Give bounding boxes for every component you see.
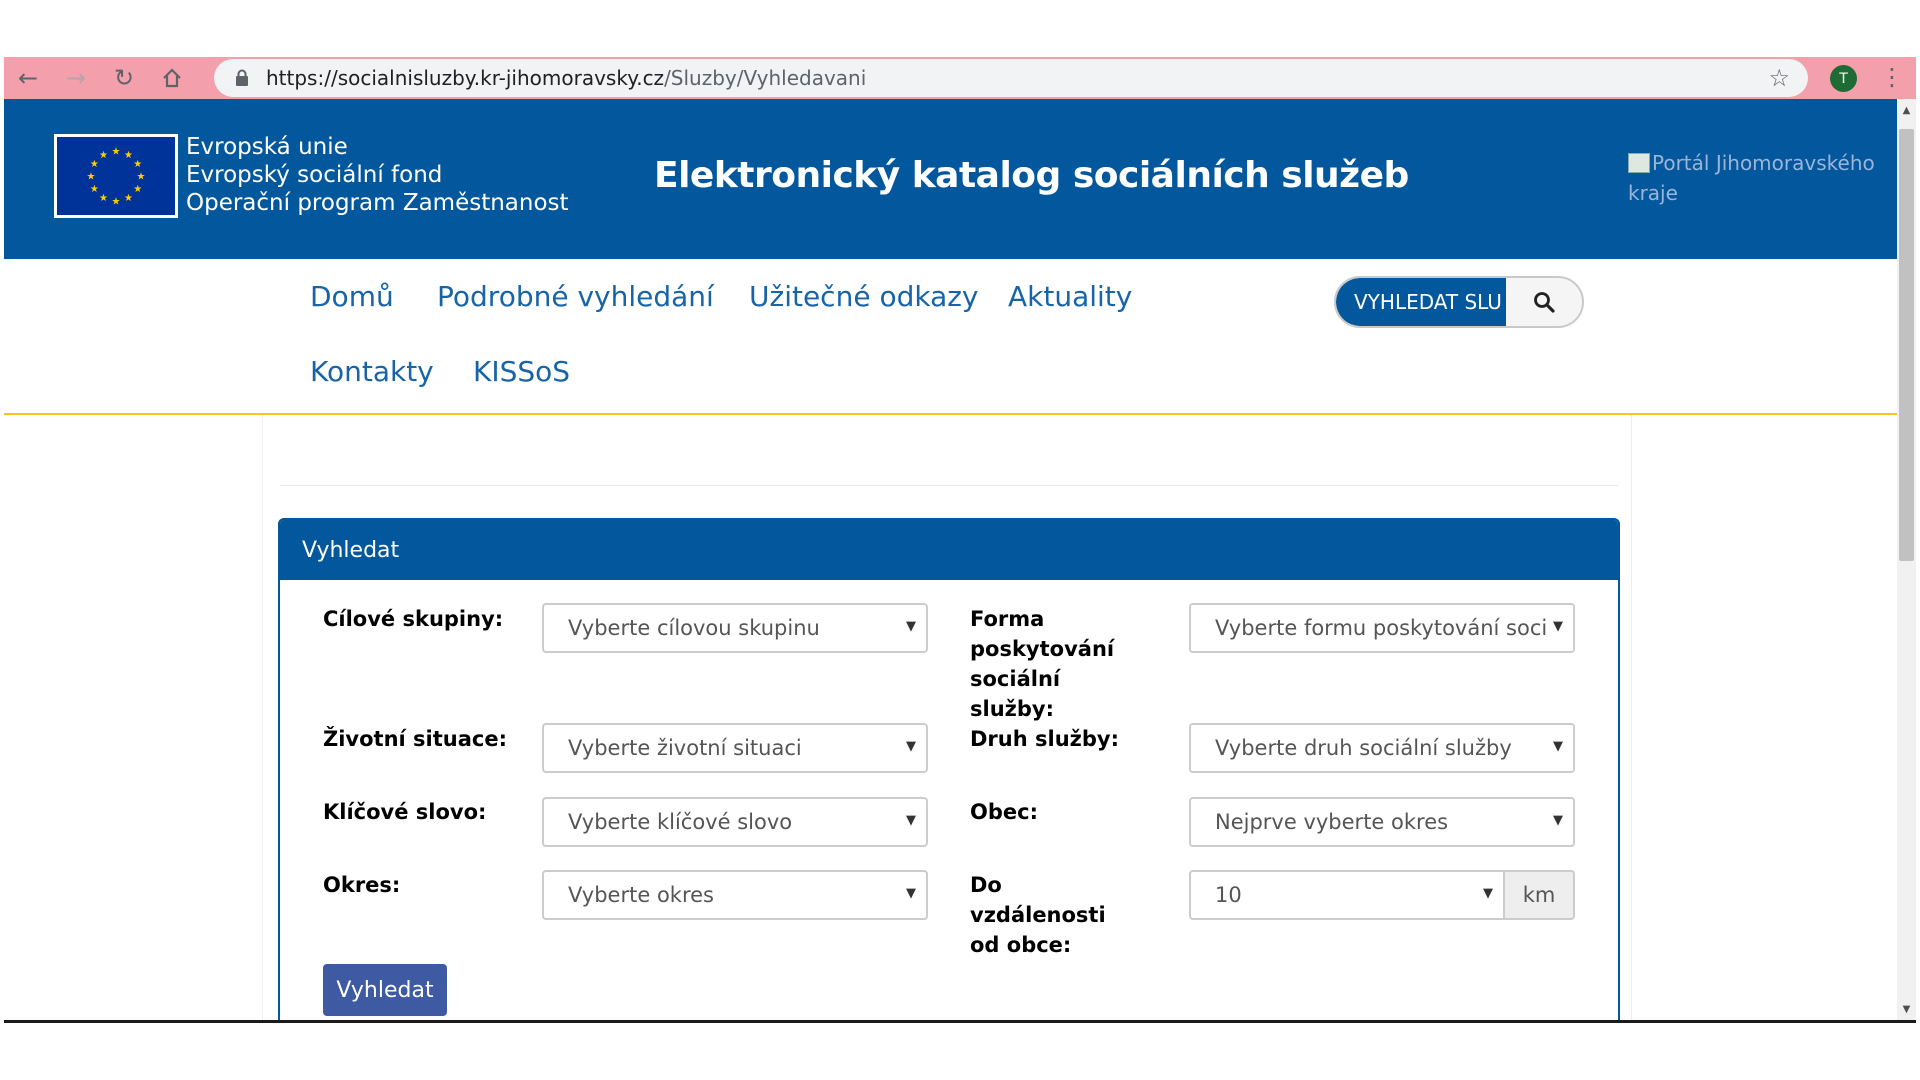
- service-type-value: Vyberte druh sociální služby: [1215, 736, 1512, 760]
- life-situation-value: Vyberte životní situaci: [568, 736, 802, 760]
- life-situation-select[interactable]: Vyberte životní situaci ▼: [542, 723, 928, 773]
- search-icon: [1534, 292, 1555, 313]
- address-bar[interactable]: https://socialnisluzby.kr-jihomoravsky.c…: [214, 59, 1808, 97]
- url-host: https://socialnisluzby.kr-jihomoravsky.c…: [266, 66, 665, 90]
- back-arrow-icon[interactable]: ←: [4, 57, 52, 99]
- service-type-label: Druh služby:: [970, 727, 1119, 751]
- service-form-label: Forma poskytování sociální služby:: [970, 607, 1115, 721]
- nav-item-podrobne-vyhledani[interactable]: Podrobné vyhledání: [437, 280, 714, 313]
- target-groups-value: Vyberte cílovou skupinu: [568, 616, 820, 640]
- nav-item-domu[interactable]: Domů: [310, 280, 394, 313]
- page-viewport: ★ ★ ★ ★ ★ ★ ★ ★ ★ ★ ★ ★ Evropská unie Evropský soci…: [4, 99, 1897, 1020]
- distance-value: 10: [1215, 883, 1242, 907]
- keyword-value: Vyberte klíčové slovo: [568, 810, 793, 834]
- municipality-value: Nejprve vyberte okres: [1215, 810, 1449, 834]
- forward-arrow-icon[interactable]: →: [52, 57, 100, 99]
- caret-down-icon: ▼: [1553, 813, 1563, 828]
- eu-stars: ★ ★★★★★★★★★★★: [87, 147, 146, 208]
- nav-search: VYHLEDAT SLU: [1334, 276, 1584, 328]
- portal-logo-alt-text: Portál Jihomoravského kraje: [1628, 151, 1875, 205]
- browser-toolbar: ← → ↻ https://socialnisluzby.kr-jihomora…: [4, 57, 1916, 99]
- lock-icon: [230, 69, 254, 87]
- avatar[interactable]: T: [1830, 65, 1857, 92]
- distance-select[interactable]: 10 ▼: [1189, 870, 1505, 920]
- eu-line: Evropská unie: [186, 134, 348, 160]
- district-select[interactable]: Vyberte okres ▼: [542, 870, 928, 920]
- url-text: https://socialnisluzby.kr-jihomoravsky.c…: [266, 66, 866, 90]
- keyword-label: Klíčové slovo:: [323, 800, 487, 824]
- content-divider: [280, 485, 1618, 486]
- eu-star-icon: ★: [99, 193, 108, 204]
- eu-star-icon: ★: [90, 159, 99, 170]
- search-panel-title: Vyhledat: [280, 520, 1618, 580]
- url-path: /Sluzby/Vyhledavani: [664, 66, 867, 90]
- broken-image-icon: [1628, 153, 1650, 173]
- service-form-value: Vyberte formu poskytování soci: [1215, 616, 1548, 640]
- eu-star-icon: ★: [133, 184, 142, 195]
- scrollbar-thumb[interactable]: [1899, 129, 1914, 561]
- kebab-menu-icon[interactable]: ⋮: [1880, 63, 1904, 91]
- eu-star-icon: ★: [87, 172, 96, 183]
- eu-star-icon: ★: [112, 147, 121, 158]
- nav-item-kissos[interactable]: KISSoS: [473, 355, 570, 388]
- page-title: Elektronický katalog sociálních služeb: [654, 155, 1409, 196]
- eu-program-text: Evropská unie Evropský sociální fond Ope…: [186, 133, 569, 217]
- caret-down-icon: ▼: [906, 813, 916, 828]
- nav-item-kontakty[interactable]: Kontakty: [310, 355, 434, 388]
- municipality-label: Obec:: [970, 800, 1038, 824]
- star-icon[interactable]: ☆: [1768, 64, 1790, 92]
- target-groups-select[interactable]: Vyberte cílovou skupinu ▼: [542, 603, 928, 653]
- eu-line: Operační program Zaměstnanost: [186, 190, 569, 216]
- caret-down-icon: ▼: [1553, 619, 1563, 634]
- municipality-select[interactable]: Nejprve vyberte okres ▼: [1189, 797, 1575, 847]
- keyword-select[interactable]: Vyberte klíčové slovo ▼: [542, 797, 928, 847]
- nav-item-uzitecne-odkazy[interactable]: Užitečné odkazy: [749, 280, 979, 313]
- home-icon[interactable]: [148, 57, 196, 99]
- scroll-up-arrow-icon[interactable]: ▲: [1897, 101, 1916, 119]
- eu-star-icon: ★: [124, 150, 133, 161]
- eu-star-icon: ★: [133, 159, 142, 170]
- caret-down-icon: ▼: [906, 886, 916, 901]
- eu-star-icon: ★: [112, 197, 121, 208]
- caret-down-icon: ▼: [906, 739, 916, 754]
- search-submit-button[interactable]: Vyhledat: [323, 964, 447, 1016]
- page-scrollbar[interactable]: ▲ ▼: [1897, 99, 1916, 1020]
- search-button[interactable]: [1506, 278, 1582, 326]
- life-situation-label: Životní situace:: [323, 727, 507, 751]
- caret-down-icon: ▼: [1483, 886, 1493, 901]
- caret-down-icon: ▼: [906, 619, 916, 634]
- service-form-select[interactable]: Vyberte formu poskytování soci ▼: [1189, 603, 1575, 653]
- distance-label: Do vzdálenosti od obce:: [970, 873, 1106, 957]
- eu-line: Evropský sociální fond: [186, 162, 443, 188]
- eu-star-icon: ★: [99, 150, 108, 161]
- scroll-down-arrow-icon[interactable]: ▼: [1897, 1000, 1916, 1018]
- caret-down-icon: ▼: [1553, 739, 1563, 754]
- eu-star-icon: ★: [124, 193, 133, 204]
- target-groups-label: Cílové skupiny:: [323, 607, 504, 631]
- eu-star-icon: ★: [90, 184, 99, 195]
- district-label: Okres:: [323, 873, 401, 897]
- eu-star-icon: ★: [137, 172, 146, 183]
- nav-item-aktuality[interactable]: Aktuality: [1008, 280, 1132, 313]
- eu-flag-icon: ★ ★ ★ ★ ★ ★ ★ ★ ★ ★ ★ ★: [54, 134, 178, 218]
- window-bottom-edge: [4, 1020, 1916, 1023]
- search-input[interactable]: VYHLEDAT SLU: [1336, 278, 1506, 326]
- search-panel: Vyhledat Cílové skupiny: Vyberte cílovou…: [278, 518, 1620, 1020]
- reload-icon[interactable]: ↻: [100, 57, 148, 99]
- distance-unit: km: [1505, 870, 1575, 920]
- district-value: Vyberte okres: [568, 883, 714, 907]
- portal-logo-link[interactable]: Portál Jihomoravského kraje: [1628, 148, 1897, 208]
- service-type-select[interactable]: Vyberte druh sociální služby ▼: [1189, 723, 1575, 773]
- site-header: ★ ★ ★ ★ ★ ★ ★ ★ ★ ★ ★ ★ Evropská unie Evropský soci…: [4, 99, 1897, 259]
